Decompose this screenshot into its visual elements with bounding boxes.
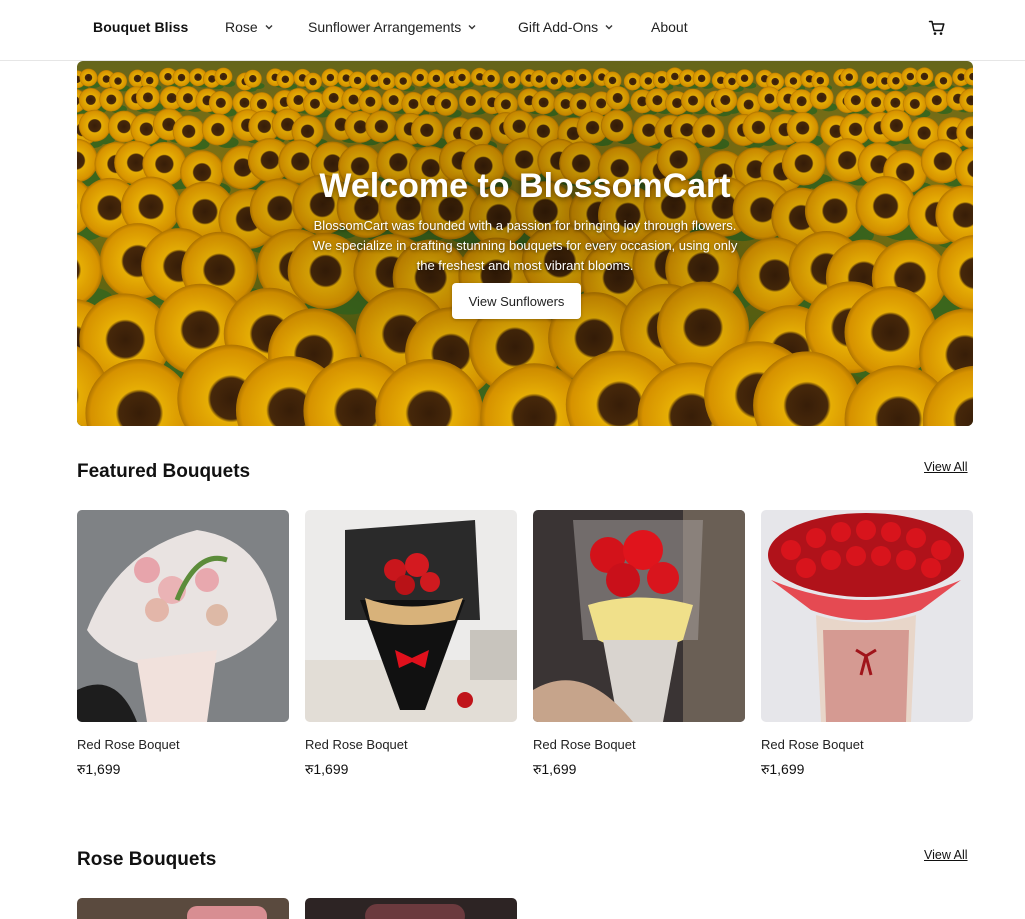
hero-description: BlossomCart was founded with a passion f… — [312, 218, 738, 273]
product-price: रु1,699 — [305, 761, 349, 777]
product-price: रु1,699 — [761, 761, 805, 777]
rose-bouquets-title: Rose Bouquets — [77, 849, 217, 870]
brand-logo[interactable]: Bouquet Bliss — [93, 19, 188, 35]
nav-item-label: About — [651, 19, 688, 35]
nav-item-about[interactable]: About — [651, 19, 688, 35]
product-name: Red Rose Boquet — [533, 737, 636, 752]
product-image — [77, 510, 289, 722]
product-name: Red Rose Boquet — [77, 737, 180, 752]
product-name: Red Rose Boquet — [305, 737, 408, 752]
featured-view-all-link[interactable]: View All — [924, 460, 968, 474]
product-card[interactable]: Red Rose Boquet रु1,699 — [761, 510, 973, 779]
product-image — [305, 510, 517, 722]
product-card[interactable]: Red Rose Boquet रु1,699 — [305, 510, 517, 779]
chevron-down-icon — [605, 25, 613, 30]
top-navbar: Bouquet Bliss Rose Sunflower Arrangement… — [0, 0, 1025, 61]
chevron-down-icon — [468, 25, 476, 30]
product-price: रु1,699 — [77, 761, 121, 777]
product-price: रु1,699 — [533, 761, 577, 777]
nav-item-label: Gift Add-Ons — [518, 19, 599, 35]
view-sunflowers-button[interactable]: View Sunflowers — [452, 283, 581, 319]
product-card[interactable]: Red Rose Boquet रु1,699 — [533, 510, 745, 779]
nav-item-label: Rose — [225, 19, 258, 35]
nav-item-sunflower-arrangements[interactable]: Sunflower Arrangements — [308, 19, 477, 35]
rose-view-all-link[interactable]: View All — [924, 848, 968, 862]
nav-item-label: Sunflower Arrangements — [308, 19, 462, 35]
product-card-partial[interactable] — [77, 898, 289, 919]
nav-item-rose[interactable]: Rose — [225, 19, 274, 35]
product-card[interactable]: Red Rose Boquet रु1,699 — [77, 510, 289, 779]
hero-title: Welcome to BlossomCart — [319, 167, 731, 205]
featured-bouquets-title: Featured Bouquets — [77, 461, 251, 482]
hero-banner: Welcome to BlossomCart BlossomCart was f… — [77, 61, 973, 426]
product-image-partial — [365, 904, 465, 919]
product-name: Red Rose Boquet — [761, 737, 864, 752]
nav-item-gift-add-ons[interactable]: Gift Add-Ons — [518, 19, 614, 35]
product-image — [761, 510, 973, 722]
product-image — [533, 510, 745, 722]
product-image-partial — [187, 906, 267, 919]
chevron-down-icon — [265, 25, 273, 30]
product-card-partial[interactable] — [305, 898, 517, 919]
cart-icon[interactable] — [928, 19, 946, 37]
